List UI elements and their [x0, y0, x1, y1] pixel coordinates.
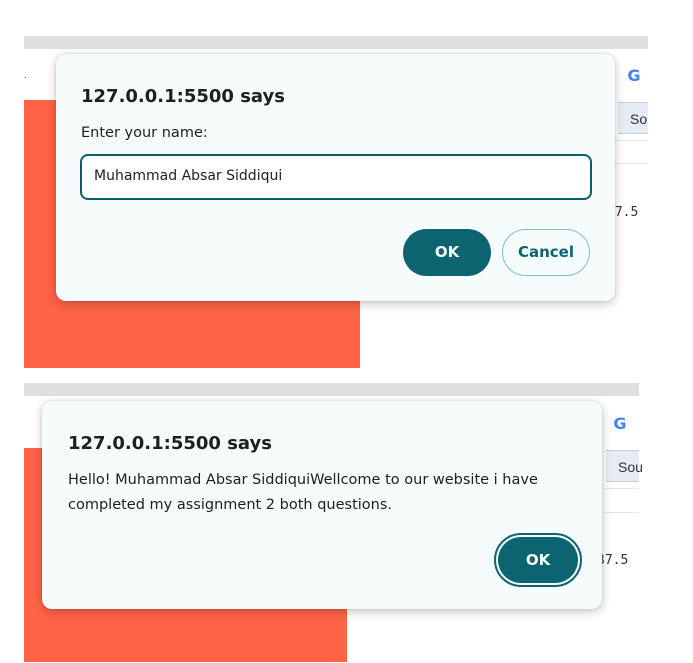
divider — [615, 140, 648, 141]
cancel-button[interactable]: Cancel — [502, 229, 590, 276]
ok-button[interactable]: OK — [403, 229, 491, 276]
address-dot: . — [24, 70, 27, 81]
background-tab[interactable]: So — [618, 102, 648, 134]
dialog-title: 127.0.0.1:5500 says — [68, 433, 272, 454]
divider — [603, 512, 639, 513]
browser-toolbar-strip — [24, 36, 648, 49]
dialog-title: 127.0.0.1:5500 says — [81, 86, 285, 107]
name-input[interactable]: Muhammad Absar Siddiqui — [80, 154, 592, 200]
divider — [615, 163, 648, 164]
background-tab[interactable]: Sou — [606, 450, 643, 482]
google-g-icon[interactable]: G — [612, 415, 628, 433]
background-tab-label: So — [630, 111, 648, 127]
ok-button[interactable]: OK — [498, 537, 578, 583]
google-g-icon[interactable]: G — [626, 67, 642, 85]
background-tab-label: Sou — [618, 459, 643, 475]
dialog-message: Hello! Muhammad Absar SiddiquiWellcome t… — [68, 472, 538, 513]
alert-dialog: 127.0.0.1:5500 says Hello! Muhammad Absa… — [42, 401, 602, 609]
divider — [603, 488, 639, 489]
browser-toolbar-strip — [24, 383, 639, 396]
dialog-message: Enter your name: — [81, 125, 208, 141]
prompt-dialog: 127.0.0.1:5500 says Enter your name: Muh… — [56, 54, 615, 301]
